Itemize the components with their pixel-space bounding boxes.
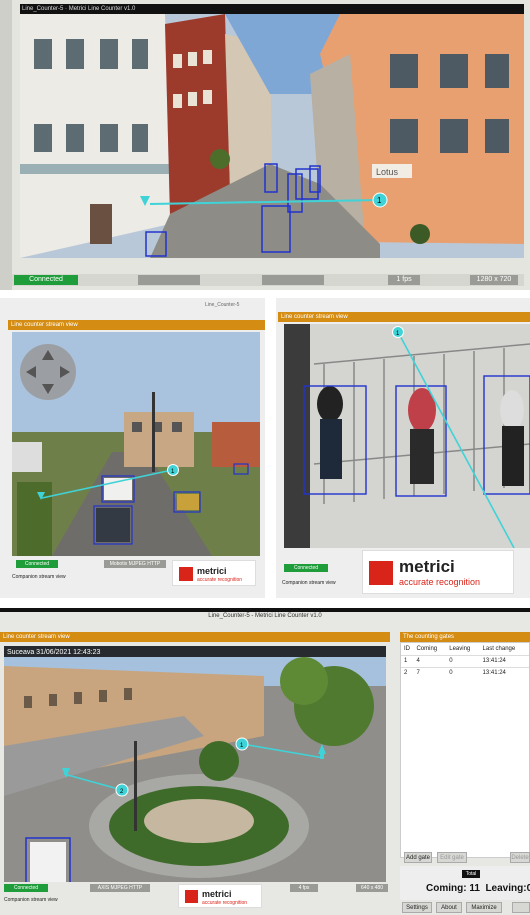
cell-coming: 4: [416, 658, 420, 664]
about-button[interactable]: About: [436, 902, 462, 913]
resolution-readout: 1280 x 720: [470, 275, 518, 285]
left-companion-window: Line_Counter-5 Line counter stream view …: [0, 298, 265, 598]
col-last-change: Last change: [482, 645, 516, 652]
camera-overlay-text: Line_Counter-5 · Metrici Line Counter v1…: [22, 6, 136, 12]
table-header-row: ID Coming Leaving Last change: [401, 643, 529, 655]
delete-gate-button[interactable]: Delete: [510, 852, 530, 863]
col-coming: Coming: [416, 645, 438, 652]
gate-1-label: 1: [377, 196, 382, 205]
metrici-logo: metrici accurate recognition: [362, 550, 514, 594]
col-leaving: Leaving: [449, 645, 471, 652]
connection-status: Connected: [16, 560, 58, 568]
cell-leaving: 0: [449, 670, 453, 677]
table-row[interactable]: 1 4 0 13:41:24: [401, 655, 529, 667]
store-sign: Lotus: [376, 167, 399, 177]
cell-last-change: 13:41:24: [482, 670, 506, 677]
close-button[interactable]: [512, 902, 530, 913]
col-id: ID: [404, 645, 410, 652]
logo-word: metrici: [399, 557, 455, 576]
window-top-border: [0, 608, 530, 612]
footer-label: Companion stream view: [4, 897, 58, 903]
gates-panel-header: The counting gates: [400, 632, 530, 642]
fps-readout: 4 fps: [290, 884, 318, 892]
metrici-mark-icon: [369, 561, 393, 585]
camera-view-street: Lotus 1: [20, 14, 524, 258]
footer-label: Companion stream view: [282, 580, 336, 586]
stream-view-header: Line counter stream view: [0, 632, 390, 642]
right-companion-window: Line counter stream view 1 Connected Com…: [276, 298, 530, 598]
timestamp-overlay: Suceava 31/06/2021 12:43:23: [7, 649, 101, 656]
add-gate-button[interactable]: Add gate: [404, 852, 432, 863]
stream-view-header: Line counter stream view: [8, 320, 265, 330]
stream-info-pill-2: [262, 275, 324, 285]
table-row[interactable]: 2 7 0 13:41:24: [401, 667, 529, 679]
logo-sub: accurate recognition: [399, 577, 481, 587]
gate-scene: 1: [284, 324, 530, 548]
logo-sub: accurate recognition: [197, 577, 243, 583]
left-frame: [0, 0, 12, 290]
logo-word: metrici: [197, 566, 227, 576]
main-app-window: Line_Counter-5 - Metrici Line Counter v1…: [0, 608, 530, 915]
edit-gate-button[interactable]: Edit gate: [437, 852, 467, 863]
gates-table: ID Coming Leaving Last change 1 4 0 13:4…: [401, 643, 529, 679]
metrici-logo: metrici accurate recognition: [172, 560, 256, 586]
stream-type: Mobotix MJPEG HTTP: [104, 560, 166, 568]
metrici-mark-icon: [185, 890, 198, 903]
footer-label: Companion stream view: [12, 574, 66, 580]
camera-view-road: 1: [12, 332, 260, 556]
top-camera-window: Line_Counter-5 · Metrici Line Counter v1…: [0, 0, 530, 290]
road-scene: 1: [12, 332, 260, 556]
stream-info-pill: [138, 275, 200, 285]
maximize-button[interactable]: Maximize: [466, 902, 502, 913]
window-title: Line_Counter-5: [205, 302, 240, 308]
resolution-readout: 640 x 480: [356, 884, 388, 892]
street-scene: Lotus 1: [20, 14, 524, 258]
cell-coming: 7: [416, 670, 420, 677]
logo-sub: accurate recognition: [202, 900, 248, 906]
metrici-logo: metrici accurate recognition: [178, 884, 262, 908]
fps-readout: 1 fps: [388, 275, 420, 285]
camera-view-gate: 1: [284, 324, 530, 548]
connection-status: Connected: [4, 884, 48, 892]
stream-type: AXIS MJPEG HTTP: [90, 884, 150, 892]
logo-word: metrici: [202, 889, 232, 899]
camera-view-roundabout: 2 1 Suceava 31/06/2021 12:43:23: [4, 646, 386, 882]
cell-id: 2: [404, 670, 408, 677]
cell-id: 1: [404, 658, 408, 664]
gates-table-container: ID Coming Leaving Last change 1 4 0 13:4…: [400, 642, 530, 858]
stream-view-header: Line counter stream view: [278, 312, 530, 322]
total-counts: Coming: 11 Leaving:0: [426, 883, 530, 894]
window-title: Line_Counter-5 - Metrici Line Counter v1…: [208, 613, 322, 619]
cell-last-change: 13:41:24: [482, 658, 506, 664]
settings-button[interactable]: Settings: [402, 902, 432, 913]
roundabout-scene: 2 1 Suceava 31/06/2021 12:43:23: [4, 646, 386, 882]
separator: [0, 290, 530, 298]
total-label: Total: [462, 870, 480, 878]
metrici-mark-icon: [179, 567, 193, 581]
connection-status: Connected: [14, 275, 78, 285]
camera-overlay-bar: Line_Counter-5 · Metrici Line Counter v1…: [20, 4, 524, 14]
connection-status: Connected: [284, 564, 328, 572]
cell-leaving: 0: [449, 658, 453, 664]
